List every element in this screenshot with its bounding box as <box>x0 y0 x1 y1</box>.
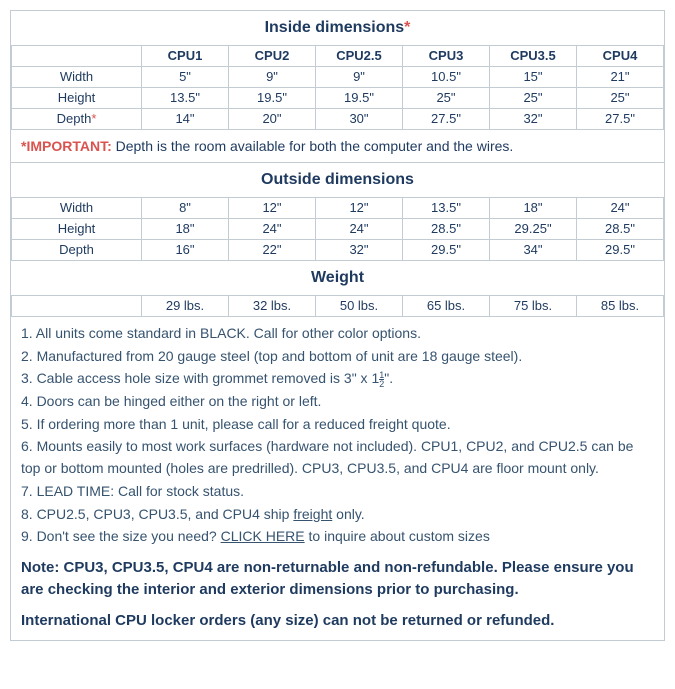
note-item: 9. Don't see the size you need? CLICK HE… <box>21 526 654 548</box>
note-item: 2. Manufactured from 20 gauge steel (top… <box>21 346 654 368</box>
row-label: Height <box>12 219 142 240</box>
inside-dimensions-title: Inside dimensions* <box>11 11 664 45</box>
cell: 18" <box>142 219 229 240</box>
inside-depth-row: Depth* 14" 20" 30" 27.5" 32" 27.5" <box>12 109 664 130</box>
note-text: 8. CPU2.5, CPU3, CPU3.5, and CPU4 ship <box>21 506 293 522</box>
cell: 65 lbs. <box>403 296 490 317</box>
note-text: to inquire about custom sizes <box>305 528 490 544</box>
cell: 9" <box>229 67 316 88</box>
cell: 22" <box>229 240 316 261</box>
inside-width-row: Width 5" 9" 9" 10.5" 15" 21" <box>12 67 664 88</box>
col-cpu4: CPU4 <box>577 46 664 67</box>
note-item: 8. CPU2.5, CPU3, CPU3.5, and CPU4 ship f… <box>21 504 654 526</box>
row-label: Depth* <box>12 109 142 130</box>
note-item: 7. LEAD TIME: Call for stock status. <box>21 481 654 503</box>
cell: 10.5" <box>403 67 490 88</box>
outside-dimensions-table: Width 8" 12" 12" 13.5" 18" 24" Height 18… <box>11 197 664 261</box>
cell: 29.5" <box>577 240 664 261</box>
outside-height-row: Height 18" 24" 24" 28.5" 29.25" 28.5" <box>12 219 664 240</box>
cell: 25" <box>403 88 490 109</box>
weight-row: 29 lbs. 32 lbs. 50 lbs. 65 lbs. 75 lbs. … <box>12 296 664 317</box>
cell: 27.5" <box>403 109 490 130</box>
cell: 18" <box>490 198 577 219</box>
outside-width-row: Width 8" 12" 12" 13.5" 18" 24" <box>12 198 664 219</box>
note-item: 4. Doors can be hinged either on the rig… <box>21 391 654 413</box>
inside-dimensions-table: CPU1 CPU2 CPU2.5 CPU3 CPU3.5 CPU4 Width … <box>11 45 664 130</box>
cell: 28.5" <box>577 219 664 240</box>
cell: 15" <box>490 67 577 88</box>
cell: 12" <box>316 198 403 219</box>
note-item: 6. Mounts easily to most work surfaces (… <box>21 436 654 479</box>
cell: 25" <box>577 88 664 109</box>
cell: 29.25" <box>490 219 577 240</box>
cell: 25" <box>490 88 577 109</box>
row-label: Width <box>12 198 142 219</box>
note-item: 1. All units come standard in BLACK. Cal… <box>21 323 654 345</box>
spec-panel: Inside dimensions* CPU1 CPU2 CPU2.5 CPU3… <box>10 10 665 641</box>
cell: 24" <box>316 219 403 240</box>
cell: 19.5" <box>229 88 316 109</box>
cell: 21" <box>577 67 664 88</box>
cell: 50 lbs. <box>316 296 403 317</box>
cell: 8" <box>142 198 229 219</box>
cell: 30" <box>316 109 403 130</box>
blank-header <box>12 46 142 67</box>
weight-title: Weight <box>11 261 664 295</box>
col-cpu1: CPU1 <box>142 46 229 67</box>
notes-list: 1. All units come standard in BLACK. Cal… <box>11 317 664 548</box>
cell: 29 lbs. <box>142 296 229 317</box>
cell: 29.5" <box>403 240 490 261</box>
col-cpu3: CPU3 <box>403 46 490 67</box>
important-text: Depth is the room available for both the… <box>112 138 514 154</box>
note-item: 3. Cable access hole size with grommet r… <box>21 368 654 390</box>
international-note: International CPU locker orders (any siz… <box>11 608 664 640</box>
cell: 85 lbs. <box>577 296 664 317</box>
row-label: Width <box>12 67 142 88</box>
cell: 24" <box>577 198 664 219</box>
cell: 16" <box>142 240 229 261</box>
freight-link[interactable]: freight <box>293 506 332 522</box>
cell: 34" <box>490 240 577 261</box>
depth-label-text: Depth <box>57 111 92 126</box>
cell: 32" <box>490 109 577 130</box>
important-label: *IMPORTANT: <box>21 138 112 154</box>
cell: 28.5" <box>403 219 490 240</box>
row-label: Height <box>12 88 142 109</box>
col-cpu35: CPU3.5 <box>490 46 577 67</box>
cell: 5" <box>142 67 229 88</box>
note-item: 5. If ordering more than 1 unit, please … <box>21 414 654 436</box>
note-text: 3. Cable access hole size with grommet r… <box>21 370 379 386</box>
asterisk-icon: * <box>404 19 410 36</box>
outside-dimensions-title: Outside dimensions <box>11 162 664 197</box>
cell: 32 lbs. <box>229 296 316 317</box>
outside-depth-row: Depth 16" 22" 32" 29.5" 34" 29.5" <box>12 240 664 261</box>
table-header-row: CPU1 CPU2 CPU2.5 CPU3 CPU3.5 CPU4 <box>12 46 664 67</box>
cell: 9" <box>316 67 403 88</box>
cell: 19.5" <box>316 88 403 109</box>
note-text: only. <box>332 506 364 522</box>
cell: 24" <box>229 219 316 240</box>
cell: 13.5" <box>142 88 229 109</box>
non-returnable-note: Note: CPU3, CPU3.5, CPU4 are non-returna… <box>11 549 664 609</box>
custom-size-link[interactable]: CLICK HERE <box>221 528 305 544</box>
cell: 27.5" <box>577 109 664 130</box>
cell: 14" <box>142 109 229 130</box>
note-text: ". <box>384 370 393 386</box>
note-text: 9. Don't see the size you need? <box>21 528 221 544</box>
weight-table: 29 lbs. 32 lbs. 50 lbs. 65 lbs. 75 lbs. … <box>11 295 664 317</box>
asterisk-icon: * <box>91 111 96 126</box>
cell: 12" <box>229 198 316 219</box>
inside-title-text: Inside dimensions <box>265 19 405 36</box>
cell: 20" <box>229 109 316 130</box>
col-cpu25: CPU2.5 <box>316 46 403 67</box>
cell: 13.5" <box>403 198 490 219</box>
row-label: Depth <box>12 240 142 261</box>
col-cpu2: CPU2 <box>229 46 316 67</box>
blank-cell <box>12 296 142 317</box>
cell: 32" <box>316 240 403 261</box>
important-note: *IMPORTANT: Depth is the room available … <box>11 130 664 162</box>
cell: 75 lbs. <box>490 296 577 317</box>
inside-height-row: Height 13.5" 19.5" 19.5" 25" 25" 25" <box>12 88 664 109</box>
